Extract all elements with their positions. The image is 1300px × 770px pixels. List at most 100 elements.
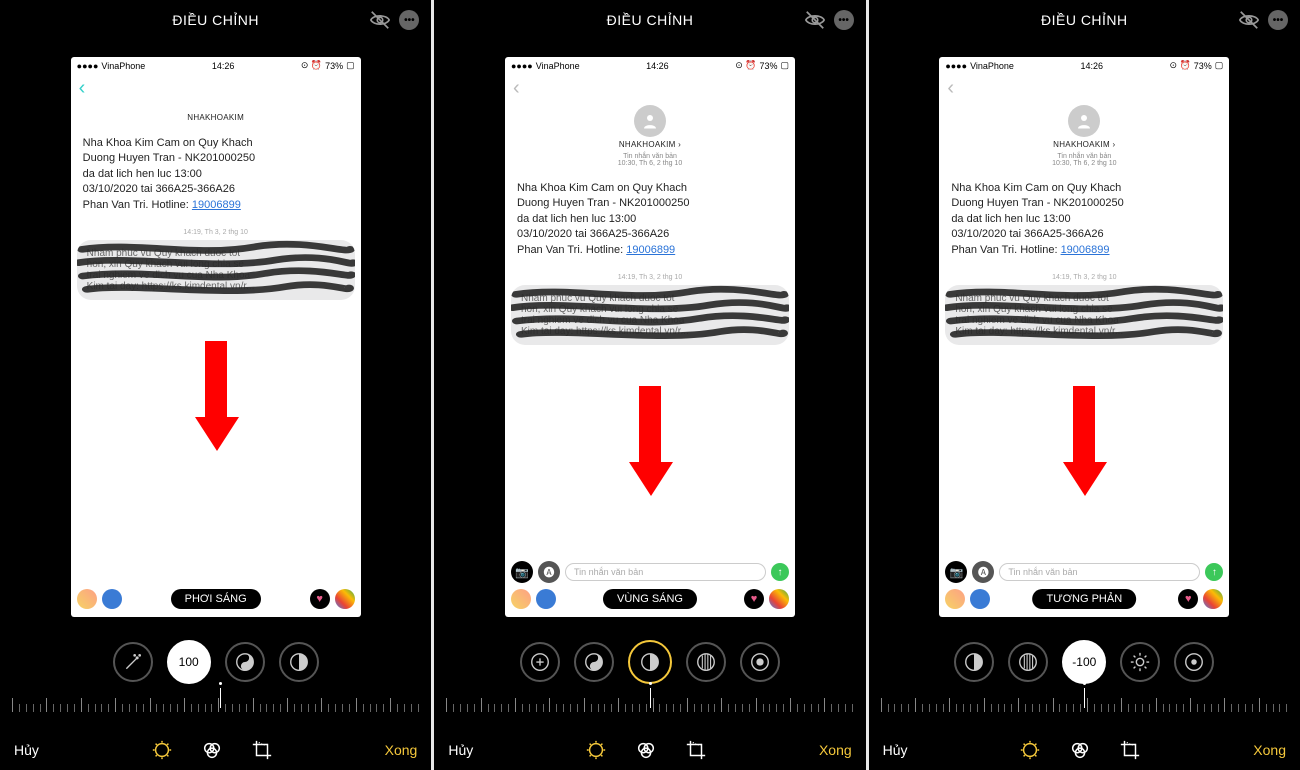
more-icon[interactable]: ••• [399,10,419,30]
hotline-link[interactable]: 19006899 [626,244,675,256]
message-input-row: 📷🅐 Tin nhắn văn bản ↑ [945,561,1223,583]
redacted-message: 14:19, Th 3, 2 thg 10Nham phuc vu Quy kh… [945,274,1223,370]
adjust-control-striped[interactable] [1008,642,1048,682]
adjust-slider[interactable] [869,686,1300,730]
avatar [1068,105,1100,137]
header: ĐIỀU CHỈNH ••• [0,0,431,40]
status-bar: ●●●● VinaPhone14:26⊙ ⏰ 73% ▢ [505,57,795,74]
adjust-controls: 100 [0,634,431,686]
message-input-row: 📷🅐 Tin nhắn văn bản ↑ [511,561,789,583]
adjust-control-val[interactable]: 100 [167,640,211,684]
screenshot-content: ●●●● VinaPhone14:26⊙ ⏰ 73% ▢ ‹ NHAKHOAKIM … [939,57,1229,617]
sender-time: 10:30, Th 6, 2 thg 10 [505,160,795,167]
more-icon[interactable]: ••• [834,10,854,30]
sender-block[interactable]: NHAKHOAKIM ›Tin nhắn văn bản10:30, Th 6,… [939,103,1229,173]
adjust-slider[interactable] [0,686,431,730]
send-button[interactable]: ↑ [771,563,789,581]
crop-tab-icon[interactable] [684,738,708,762]
adjust-tab-icon[interactable] [584,738,608,762]
sender-sub: Tin nhắn văn bản [939,153,1229,160]
message-input[interactable]: Tin nhắn văn bản [565,563,766,581]
adjust-control-striped[interactable] [686,642,726,682]
done-button[interactable]: Xong [1253,742,1286,758]
image-preview[interactable]: ●●●● VinaPhone14:26⊙ ⏰ 73% ▢‹NHAKHOAKIMN… [0,40,431,634]
annotation-arrow [195,341,237,451]
adjust-control-bright[interactable] [1120,642,1160,682]
app-icon[interactable] [1203,589,1223,609]
heart-icon[interactable]: ♥ [310,589,330,609]
app-icon[interactable] [769,589,789,609]
done-button[interactable]: Xong [819,742,852,758]
adjust-control-yin[interactable] [225,642,265,682]
camera-icon[interactable]: 📷 [945,561,967,583]
sender-name: NHAKHOAKIM › [505,140,795,149]
adjust-value: -100 [1072,655,1096,669]
app-icon[interactable] [335,589,355,609]
adjust-control-val[interactable]: -100 [1062,640,1106,684]
adjust-tab-icon[interactable] [1018,738,1042,762]
header-title: ĐIỀU CHỈNH [607,12,694,28]
screenshot-content: ●●●● VinaPhone14:26⊙ ⏰ 73% ▢‹NHAKHOAKIMN… [71,57,361,617]
status-bar: ●●●● VinaPhone14:26⊙ ⏰ 73% ▢ [71,57,361,74]
adjust-control-half[interactable] [954,642,994,682]
heart-icon[interactable]: ♥ [1178,589,1198,609]
message-bubble: Nha Khoa Kim Cam on Quy KhachDuong Huyen… [505,173,795,266]
adjust-control-plus[interactable] [520,642,560,682]
adjust-control-contrast[interactable] [740,642,780,682]
message-bubble: Nha Khoa Kim Cam on Quy KhachDuong Huyen… [939,173,1229,266]
visibility-off-icon[interactable] [369,9,391,31]
image-preview[interactable]: ●●●● VinaPhone14:26⊙ ⏰ 73% ▢ ‹ NHAKHOAKIM … [434,40,865,634]
app-drawer: PHƠI SÁNG♥ [77,587,355,611]
filters-tab-icon[interactable] [634,738,658,762]
back-button[interactable]: ‹ [79,77,86,99]
annotation-arrow [629,386,671,496]
adjust-control-yin[interactable] [574,642,614,682]
cancel-button[interactable]: Hủy [448,742,473,758]
redacted-message: 14:19, Th 3, 2 thg 10Nham phuc vu Quy kh… [77,229,355,325]
cancel-button[interactable]: Hủy [883,742,908,758]
adjustment-label-pill: TƯƠNG PHẢN [1032,589,1136,609]
adjust-control-wand[interactable] [113,642,153,682]
back-button[interactable]: ‹ [947,77,954,99]
editor-panel-0: ĐIỀU CHỈNH ••• ●●●● VinaPhone14:26⊙ ⏰ 73% … [0,0,431,770]
hotline-link[interactable]: 19006899 [1061,244,1110,256]
appstore-icon[interactable]: 🅐 [538,561,560,583]
app-drawer: VÙNG SÁNG ♥ [511,587,789,611]
adjust-slider[interactable] [434,686,865,730]
sender-block[interactable]: NHAKHOAKIM ›Tin nhắn văn bản10:30, Th 6,… [505,103,795,173]
done-button[interactable]: Xong [385,742,418,758]
crop-tab-icon[interactable] [1118,738,1142,762]
more-icon[interactable]: ••• [1268,10,1288,30]
adjustment-label-pill: VÙNG SÁNG [603,589,697,609]
image-preview[interactable]: ●●●● VinaPhone14:26⊙ ⏰ 73% ▢ ‹ NHAKHOAKIM … [869,40,1300,634]
sender-name: NHAKHOAKIM [71,113,361,122]
footer: Hủy Xong [869,730,1300,770]
header-title: ĐIỀU CHỈNH [1041,12,1128,28]
header-title: ĐIỀU CHỈNH [172,12,259,28]
message-input[interactable]: Tin nhắn văn bản [999,563,1200,581]
status-bar: ●●●● VinaPhone14:26⊙ ⏰ 73% ▢ [939,57,1229,74]
adjust-control-half[interactable] [279,642,319,682]
back-button[interactable]: ‹ [513,77,520,99]
screenshot-content: ●●●● VinaPhone14:26⊙ ⏰ 73% ▢ ‹ NHAKHOAKIM … [505,57,795,617]
hotline-link[interactable]: 19006899 [192,199,241,211]
camera-icon[interactable]: 📷 [511,561,533,583]
cancel-button[interactable]: Hủy [14,742,39,758]
redacted-message: 14:19, Th 3, 2 thg 10Nham phuc vu Quy kh… [511,274,789,370]
appstore-icon[interactable]: 🅐 [972,561,994,583]
visibility-off-icon[interactable] [804,9,826,31]
heart-icon[interactable]: ♥ [744,589,764,609]
send-button[interactable]: ↑ [1205,563,1223,581]
crop-tab-icon[interactable] [250,738,274,762]
adjust-value: 100 [179,655,199,669]
adjust-control-half[interactable] [628,640,672,684]
visibility-off-icon[interactable] [1238,9,1260,31]
adjust-tab-icon[interactable] [150,738,174,762]
adjust-control-dot[interactable] [1174,642,1214,682]
sender-block[interactable]: NHAKHOAKIM [71,103,361,128]
app-drawer: TƯƠNG PHẢN ♥ [945,587,1223,611]
editor-panel-2: ĐIỀU CHỈNH ••• ●●●● VinaPhone14:26⊙ ⏰ 73% … [869,0,1300,770]
filters-tab-icon[interactable] [1068,738,1092,762]
filters-tab-icon[interactable] [200,738,224,762]
avatar [634,105,666,137]
